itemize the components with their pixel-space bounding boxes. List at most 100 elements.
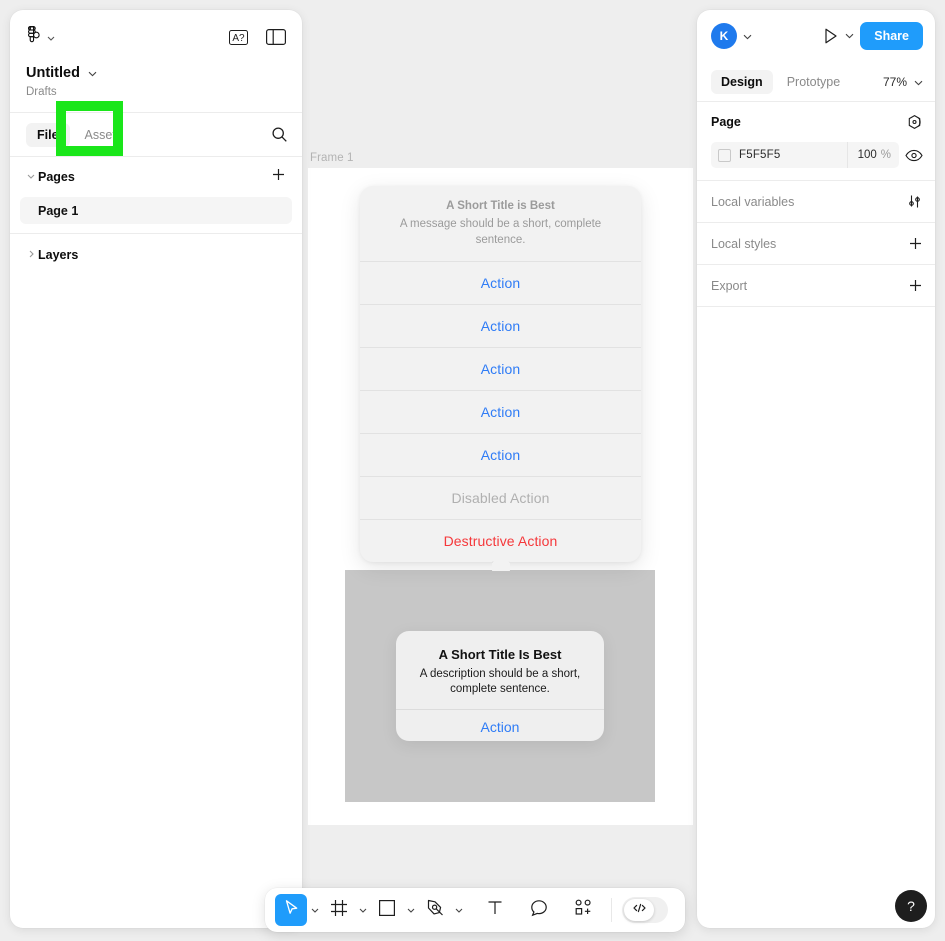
layers-label: Layers — [38, 248, 79, 262]
opacity-unit: % — [880, 149, 891, 161]
right-sidebar-tabs: Design Prototype 77% — [697, 62, 935, 102]
left-sidebar-tabs: File Assets — [10, 112, 302, 156]
present-controls — [822, 27, 854, 45]
pen-tool-caret-icon[interactable] — [451, 908, 467, 913]
tool-actions-group — [567, 894, 599, 926]
right-sidebar: K Share Design Prototype 77% Page F5F5F5… — [697, 10, 935, 928]
action-sheet-row-destructive[interactable]: Destructive Action — [360, 519, 641, 562]
search-icon[interactable] — [271, 126, 288, 143]
opacity-value: 100 — [857, 149, 877, 161]
action-sheet-popover: A Short Title is Best A message should b… — [360, 186, 641, 562]
frame-tool-caret-icon[interactable] — [355, 908, 371, 913]
dev-mode-toggle[interactable] — [622, 897, 668, 923]
figma-app-window: Frame 1 A Short Title Is Best A descript… — [0, 0, 945, 941]
actions-tool-button[interactable] — [567, 894, 599, 926]
color-swatch[interactable] — [718, 148, 731, 162]
action-sheet-row[interactable]: Action — [360, 347, 641, 390]
chevron-down-icon — [88, 64, 97, 82]
alert-title: A Short Title Is Best — [438, 647, 562, 662]
figma-logo-icon — [26, 25, 40, 50]
help-button[interactable]: ? — [895, 890, 927, 922]
action-sheet-row[interactable]: Action — [360, 390, 641, 433]
comment-tool-button[interactable] — [523, 894, 555, 926]
page-properties-section: Page F5F5F5 100 % — [697, 102, 935, 181]
pages-section: Pages Page 1 — [10, 157, 302, 233]
a-question-icon[interactable]: A? — [229, 29, 248, 45]
plus-icon[interactable] — [908, 236, 923, 251]
style-hexagon-icon[interactable] — [906, 114, 923, 131]
pen-tool-button[interactable] — [419, 894, 451, 926]
local-styles-label: Local styles — [711, 236, 777, 251]
action-sheet-row[interactable]: Action — [360, 261, 641, 304]
svg-text:A?: A? — [232, 33, 245, 44]
local-styles-section[interactable]: Local styles — [697, 223, 935, 265]
tab-prototype[interactable]: Prototype — [777, 70, 851, 94]
file-meta: Untitled Drafts — [26, 64, 286, 98]
cursor-icon — [283, 899, 300, 922]
file-title-row[interactable]: Untitled — [26, 64, 286, 82]
frame-label[interactable]: Frame 1 — [310, 152, 354, 164]
tab-file[interactable]: File — [26, 122, 70, 147]
page-section-header: Page — [711, 102, 923, 142]
popover-tail — [492, 561, 510, 571]
action-sheet-row[interactable]: Action — [360, 433, 641, 476]
tab-design[interactable]: Design — [711, 69, 773, 94]
square-icon — [378, 899, 396, 922]
tool-shape-group — [371, 894, 419, 926]
action-sheet-row-disabled: Disabled Action — [360, 476, 641, 519]
plugins-icon — [574, 898, 593, 922]
frame-tool-button[interactable] — [323, 894, 355, 926]
figma-menu-button[interactable] — [26, 25, 55, 50]
tool-text-group — [479, 894, 511, 926]
chevron-down-icon[interactable] — [743, 27, 752, 45]
fill-color-field[interactable]: F5F5F5 100 % — [711, 142, 899, 168]
plus-icon[interactable] — [271, 167, 286, 187]
avatar[interactable]: K — [711, 23, 737, 49]
sliders-icon[interactable] — [906, 193, 923, 210]
zoom-control[interactable]: 77% — [883, 73, 923, 91]
sidebar-toggle-icon[interactable] — [266, 29, 286, 45]
move-tool-button[interactable] — [275, 894, 307, 926]
page-fill-row: F5F5F5 100 % — [711, 142, 923, 180]
right-sidebar-header: K Share — [697, 10, 935, 62]
text-tool-button[interactable] — [479, 894, 511, 926]
page-section-label: Page — [711, 115, 741, 129]
local-variables-section[interactable]: Local variables — [697, 181, 935, 223]
zoom-level: 77% — [882, 74, 907, 89]
fill-hex-value: F5F5F5 — [739, 149, 781, 161]
local-styles-row: Local styles — [711, 223, 923, 264]
shape-tool-caret-icon[interactable] — [403, 908, 419, 913]
alert-body: A Short Title Is Best A description shou… — [396, 631, 604, 709]
play-icon[interactable] — [822, 27, 839, 45]
eye-icon[interactable] — [905, 149, 923, 162]
chevron-down-icon[interactable] — [24, 173, 38, 181]
opacity-field[interactable]: 100 % — [846, 142, 899, 168]
export-section[interactable]: Export — [697, 265, 935, 307]
page-list-item[interactable]: Page 1 — [20, 197, 292, 224]
pages-label: Pages — [38, 170, 75, 184]
toolbar-divider — [611, 898, 612, 922]
shape-tool-button[interactable] — [371, 894, 403, 926]
alert-description: A description should be a short, complet… — [419, 668, 581, 695]
chevron-right-icon[interactable] — [24, 250, 38, 260]
left-sidebar-actions: A? — [229, 29, 286, 45]
share-button[interactable]: Share — [860, 22, 923, 50]
move-tool-caret-icon[interactable] — [307, 908, 323, 913]
action-sheet-row[interactable]: Action — [360, 304, 641, 347]
plus-icon[interactable] — [908, 278, 923, 293]
chevron-down-icon — [47, 28, 55, 46]
pages-section-header[interactable]: Pages — [20, 157, 292, 197]
action-sheet-message: A message should be a short, complete se… — [399, 218, 602, 246]
comment-icon — [530, 899, 548, 922]
image-placeholder-rect[interactable]: A Short Title Is Best A description shou… — [345, 570, 655, 802]
left-sidebar: A? Untitled Drafts File Assets Pages Pag… — [10, 10, 302, 928]
alert-action-button[interactable]: Action — [396, 709, 604, 741]
export-row: Export — [711, 265, 923, 306]
local-variables-label: Local variables — [711, 194, 795, 209]
layers-section-header[interactable]: Layers — [10, 234, 302, 276]
action-sheet-inner: A Short Title is Best A message should b… — [360, 186, 641, 562]
chevron-down-icon[interactable] — [845, 33, 854, 39]
tab-assets[interactable]: Assets — [74, 123, 134, 147]
chevron-down-icon — [914, 73, 923, 91]
text-icon — [486, 899, 504, 922]
